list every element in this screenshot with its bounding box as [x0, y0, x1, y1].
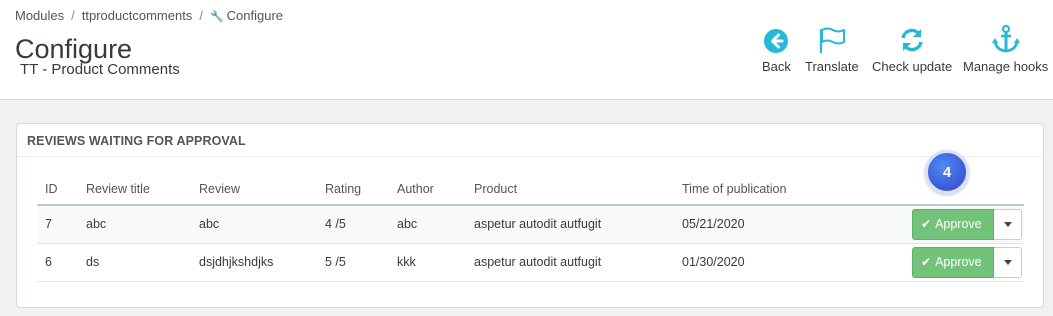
- column-review: Review: [191, 174, 317, 206]
- wrench-icon: 🔧: [209, 11, 224, 23]
- approve-button-group: ✔ Approve: [912, 208, 1022, 240]
- cell-product: aspetur autodit autfugit: [466, 243, 674, 282]
- approve-button[interactable]: ✔ Approve: [912, 208, 994, 240]
- cell-id: 7: [37, 205, 78, 244]
- flag-icon: [805, 20, 859, 54]
- column-time: Time of publication: [674, 174, 844, 206]
- actions-dropdown-toggle[interactable]: [994, 208, 1022, 240]
- reviews-table: ID Review title Review Rating Author Pro…: [37, 174, 1024, 282]
- breadcrumb: Modules / ttproductcomments / 🔧 Configure: [15, 8, 283, 23]
- breadcrumb-current: Configure: [226, 8, 284, 23]
- approve-button[interactable]: ✔ Approve: [912, 246, 994, 278]
- column-product: Product: [466, 174, 674, 206]
- refresh-icon: [872, 20, 952, 54]
- column-rating: Rating: [317, 174, 389, 206]
- cell-author: abc: [389, 205, 466, 244]
- cell-author: kkk: [389, 243, 466, 282]
- breadcrumb-separator: /: [71, 8, 75, 23]
- column-review-title: Review title: [78, 174, 191, 206]
- cell-rating: 5 /5: [317, 243, 389, 282]
- cell-review-title: abc: [78, 205, 191, 244]
- caret-down-icon: [1003, 221, 1012, 227]
- cell-id: 6: [37, 243, 78, 282]
- approve-label: Approve: [935, 255, 982, 269]
- check-update-label: Check update: [872, 59, 953, 74]
- check-icon: ✔: [921, 217, 932, 232]
- cell-review-title: ds: [78, 243, 191, 282]
- back-button[interactable]: Back: [762, 20, 791, 74]
- cell-rating: 4 /5: [317, 205, 389, 244]
- breadcrumb-ttproductcomments[interactable]: ttproductcomments: [82, 8, 193, 23]
- table-row: 6 ds dsjdhjkshdjks 5 /5 kkk aspetur auto…: [37, 243, 1024, 282]
- cell-actions: ✔ Approve: [844, 205, 1024, 244]
- breadcrumb-modules[interactable]: Modules: [15, 8, 64, 23]
- cell-actions: ✔ Approve: [844, 243, 1024, 282]
- manage-hooks-label: Manage hooks: [963, 59, 1049, 74]
- reviews-panel: REVIEWS WAITING FOR APPROVAL ID Review t…: [16, 123, 1044, 308]
- cell-product: aspetur autodit autfugit: [466, 205, 674, 244]
- cell-time: 05/21/2020: [674, 205, 844, 244]
- check-update-button[interactable]: Check update: [872, 20, 952, 74]
- column-author: Author: [389, 174, 466, 206]
- cell-time: 01/30/2020: [674, 243, 844, 282]
- page-subtitle: TT - Product Comments: [20, 61, 180, 78]
- column-id: ID: [37, 174, 78, 206]
- translate-button[interactable]: Translate: [805, 20, 859, 74]
- table-header-row: ID Review title Review Rating Author Pro…: [37, 174, 1024, 206]
- arrow-left-circle-icon: [762, 20, 791, 54]
- approve-label: Approve: [935, 217, 982, 232]
- panel-heading: REVIEWS WAITING FOR APPROVAL: [17, 124, 1043, 157]
- page-header: Modules / ttproductcomments / 🔧 Configure Con…: [0, 0, 1053, 100]
- table-row: 7 abc abc 4 /5 abc aspetur autodit autfu…: [37, 205, 1024, 244]
- breadcrumb-separator: /: [199, 8, 203, 23]
- caret-down-icon: [1003, 259, 1012, 265]
- cell-review: abc: [191, 205, 317, 244]
- check-icon: ✔: [921, 255, 932, 269]
- cell-review: dsjdhjkshdjks: [191, 243, 317, 282]
- actions-dropdown-toggle[interactable]: [994, 246, 1022, 278]
- approve-button-group: ✔ Approve: [912, 246, 1022, 278]
- translate-label: Translate: [805, 59, 859, 74]
- notification-badge[interactable]: 4: [925, 150, 969, 194]
- manage-hooks-button[interactable]: Manage hooks: [963, 20, 1048, 74]
- anchor-icon: [963, 20, 1048, 54]
- back-label: Back: [762, 59, 791, 74]
